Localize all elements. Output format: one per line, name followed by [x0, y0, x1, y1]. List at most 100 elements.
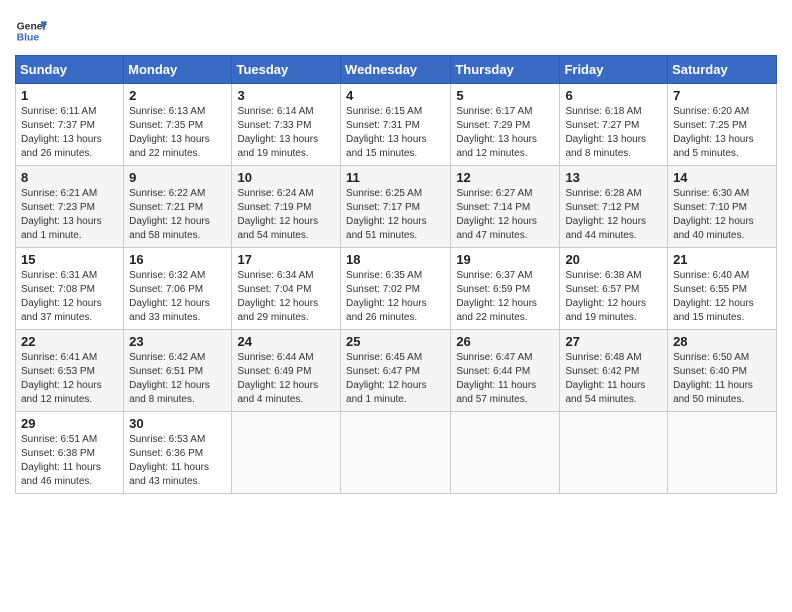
day-number: 19	[456, 252, 554, 267]
day-number: 15	[21, 252, 118, 267]
day-number: 7	[673, 88, 771, 103]
weekday-header-cell: Tuesday	[232, 56, 341, 84]
calendar-table: SundayMondayTuesdayWednesdayThursdayFrid…	[15, 55, 777, 494]
calendar-day-cell: 10 Sunrise: 6:24 AMSunset: 7:19 PMDayligh…	[232, 166, 341, 248]
day-number: 6	[565, 88, 662, 103]
day-number: 30	[129, 416, 226, 431]
day-info: Sunrise: 6:14 AMSunset: 7:33 PMDaylight:…	[237, 105, 335, 161]
calendar-day-cell: 17 Sunrise: 6:34 AMSunset: 7:04 PMDayligh…	[232, 248, 341, 330]
calendar-week-row: 22 Sunrise: 6:41 AMSunset: 6:53 PMDayligh…	[16, 330, 777, 412]
day-info: Sunrise: 6:50 AMSunset: 6:40 PMDaylight:…	[673, 351, 771, 407]
page-header: General Blue	[15, 15, 777, 47]
day-info: Sunrise: 6:35 AMSunset: 7:02 PMDaylight:…	[346, 269, 445, 325]
calendar-week-row: 15 Sunrise: 6:31 AMSunset: 7:08 PMDayligh…	[16, 248, 777, 330]
calendar-day-cell: 29 Sunrise: 6:51 AMSunset: 6:38 PMDayligh…	[16, 412, 124, 494]
calendar-day-cell	[668, 412, 777, 494]
day-info: Sunrise: 6:20 AMSunset: 7:25 PMDaylight:…	[673, 105, 771, 161]
day-info: Sunrise: 6:40 AMSunset: 6:55 PMDaylight:…	[673, 269, 771, 325]
calendar-day-cell: 5 Sunrise: 6:17 AMSunset: 7:29 PMDaylight…	[451, 84, 560, 166]
day-number: 18	[346, 252, 445, 267]
day-info: Sunrise: 6:32 AMSunset: 7:06 PMDaylight:…	[129, 269, 226, 325]
calendar-day-cell: 27 Sunrise: 6:48 AMSunset: 6:42 PMDayligh…	[560, 330, 668, 412]
svg-text:Blue: Blue	[17, 33, 40, 44]
calendar-day-cell	[560, 412, 668, 494]
day-number: 21	[673, 252, 771, 267]
day-number: 29	[21, 416, 118, 431]
day-info: Sunrise: 6:41 AMSunset: 6:53 PMDaylight:…	[21, 351, 118, 407]
calendar-day-cell: 4 Sunrise: 6:15 AMSunset: 7:31 PMDaylight…	[341, 84, 451, 166]
calendar-day-cell: 22 Sunrise: 6:41 AMSunset: 6:53 PMDayligh…	[16, 330, 124, 412]
day-number: 1	[21, 88, 118, 103]
day-info: Sunrise: 6:37 AMSunset: 6:59 PMDaylight:…	[456, 269, 554, 325]
day-info: Sunrise: 6:31 AMSunset: 7:08 PMDaylight:…	[21, 269, 118, 325]
day-info: Sunrise: 6:45 AMSunset: 6:47 PMDaylight:…	[346, 351, 445, 407]
day-number: 20	[565, 252, 662, 267]
logo-icon: General Blue	[15, 15, 47, 47]
calendar-day-cell: 13 Sunrise: 6:28 AMSunset: 7:12 PMDayligh…	[560, 166, 668, 248]
weekday-header-cell: Sunday	[16, 56, 124, 84]
day-info: Sunrise: 6:18 AMSunset: 7:27 PMDaylight:…	[565, 105, 662, 161]
day-info: Sunrise: 6:28 AMSunset: 7:12 PMDaylight:…	[565, 187, 662, 243]
calendar-day-cell: 16 Sunrise: 6:32 AMSunset: 7:06 PMDayligh…	[124, 248, 232, 330]
day-info: Sunrise: 6:47 AMSunset: 6:44 PMDaylight:…	[456, 351, 554, 407]
day-info: Sunrise: 6:17 AMSunset: 7:29 PMDaylight:…	[456, 105, 554, 161]
calendar-day-cell: 24 Sunrise: 6:44 AMSunset: 6:49 PMDayligh…	[232, 330, 341, 412]
day-number: 5	[456, 88, 554, 103]
calendar-day-cell: 8Sunrise: 6:21 AMSunset: 7:23 PMDaylight…	[16, 166, 124, 248]
calendar-day-cell: 26 Sunrise: 6:47 AMSunset: 6:44 PMDayligh…	[451, 330, 560, 412]
day-number: 13	[565, 170, 662, 185]
day-number: 28	[673, 334, 771, 349]
weekday-header-cell: Wednesday	[341, 56, 451, 84]
weekday-header-cell: Monday	[124, 56, 232, 84]
calendar-day-cell: 30Sunrise: 6:53 AMSunset: 6:36 PMDayligh…	[124, 412, 232, 494]
day-info: Sunrise: 6:25 AMSunset: 7:17 PMDaylight:…	[346, 187, 445, 243]
calendar-day-cell: 21 Sunrise: 6:40 AMSunset: 6:55 PMDayligh…	[668, 248, 777, 330]
weekday-header-cell: Friday	[560, 56, 668, 84]
day-number: 10	[237, 170, 335, 185]
calendar-day-cell: 15 Sunrise: 6:31 AMSunset: 7:08 PMDayligh…	[16, 248, 124, 330]
calendar-day-cell: 23 Sunrise: 6:42 AMSunset: 6:51 PMDayligh…	[124, 330, 232, 412]
calendar-week-row: 1 Sunrise: 6:11 AMSunset: 7:37 PMDaylight…	[16, 84, 777, 166]
calendar-day-cell: 19 Sunrise: 6:37 AMSunset: 6:59 PMDayligh…	[451, 248, 560, 330]
day-info: Sunrise: 6:44 AMSunset: 6:49 PMDaylight:…	[237, 351, 335, 407]
day-number: 25	[346, 334, 445, 349]
calendar-day-cell: 6 Sunrise: 6:18 AMSunset: 7:27 PMDaylight…	[560, 84, 668, 166]
weekday-header-cell: Thursday	[451, 56, 560, 84]
day-info: Sunrise: 6:13 AMSunset: 7:35 PMDaylight:…	[129, 105, 226, 161]
day-info: Sunrise: 6:51 AMSunset: 6:38 PMDaylight:…	[21, 433, 118, 489]
day-info: Sunrise: 6:34 AMSunset: 7:04 PMDaylight:…	[237, 269, 335, 325]
calendar-day-cell: 18 Sunrise: 6:35 AMSunset: 7:02 PMDayligh…	[341, 248, 451, 330]
day-number: 4	[346, 88, 445, 103]
day-number: 22	[21, 334, 118, 349]
day-info: Sunrise: 6:15 AMSunset: 7:31 PMDaylight:…	[346, 105, 445, 161]
calendar-week-row: 8Sunrise: 6:21 AMSunset: 7:23 PMDaylight…	[16, 166, 777, 248]
calendar-day-cell: 1 Sunrise: 6:11 AMSunset: 7:37 PMDaylight…	[16, 84, 124, 166]
day-info: Sunrise: 6:38 AMSunset: 6:57 PMDaylight:…	[565, 269, 662, 325]
calendar-day-cell: 20 Sunrise: 6:38 AMSunset: 6:57 PMDayligh…	[560, 248, 668, 330]
calendar-day-cell	[451, 412, 560, 494]
day-number: 23	[129, 334, 226, 349]
day-number: 26	[456, 334, 554, 349]
day-number: 16	[129, 252, 226, 267]
calendar-day-cell: 25 Sunrise: 6:45 AMSunset: 6:47 PMDayligh…	[341, 330, 451, 412]
weekday-header-row: SundayMondayTuesdayWednesdayThursdayFrid…	[16, 56, 777, 84]
day-number: 24	[237, 334, 335, 349]
day-info: Sunrise: 6:22 AMSunset: 7:21 PMDaylight:…	[129, 187, 226, 243]
day-info: Sunrise: 6:42 AMSunset: 6:51 PMDaylight:…	[129, 351, 226, 407]
day-info: Sunrise: 6:48 AMSunset: 6:42 PMDaylight:…	[565, 351, 662, 407]
day-number: 14	[673, 170, 771, 185]
calendar-week-row: 29 Sunrise: 6:51 AMSunset: 6:38 PMDayligh…	[16, 412, 777, 494]
day-info: Sunrise: 6:11 AMSunset: 7:37 PMDaylight:…	[21, 105, 118, 161]
day-number: 17	[237, 252, 335, 267]
calendar-day-cell: 12Sunrise: 6:27 AMSunset: 7:14 PMDayligh…	[451, 166, 560, 248]
calendar-day-cell: 28 Sunrise: 6:50 AMSunset: 6:40 PMDayligh…	[668, 330, 777, 412]
calendar-day-cell: 7 Sunrise: 6:20 AMSunset: 7:25 PMDaylight…	[668, 84, 777, 166]
day-info: Sunrise: 6:21 AMSunset: 7:23 PMDaylight:…	[21, 187, 118, 243]
calendar-day-cell: 11Sunrise: 6:25 AMSunset: 7:17 PMDayligh…	[341, 166, 451, 248]
day-number: 9	[129, 170, 226, 185]
day-number: 2	[129, 88, 226, 103]
day-number: 27	[565, 334, 662, 349]
logo: General Blue	[15, 15, 47, 47]
day-info: Sunrise: 6:24 AMSunset: 7:19 PMDaylight:…	[237, 187, 335, 243]
calendar-day-cell	[232, 412, 341, 494]
